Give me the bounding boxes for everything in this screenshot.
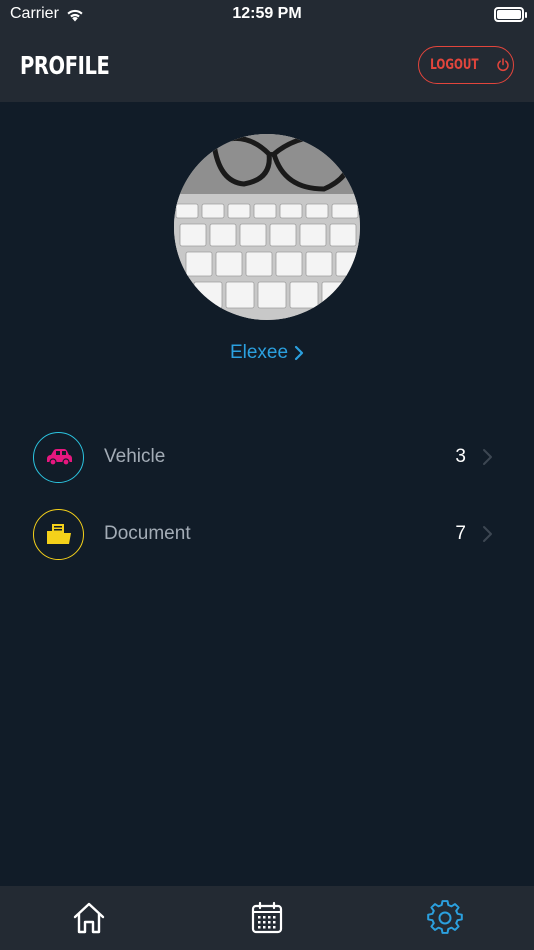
- list-item-document[interactable]: Document 7: [0, 499, 534, 569]
- tab-settings[interactable]: [415, 893, 475, 943]
- car-icon: [46, 449, 72, 466]
- carrier-label: Carrier: [10, 5, 59, 22]
- list-item-vehicle[interactable]: Vehicle 3: [0, 422, 534, 492]
- home-icon: [73, 902, 105, 934]
- vehicle-icon-badge: [33, 431, 84, 483]
- logout-button[interactable]: LOGOUT: [418, 46, 514, 84]
- header: PROFILE LOGOUT: [0, 28, 534, 102]
- power-icon: [497, 58, 510, 72]
- vehicle-count: 3: [455, 446, 466, 467]
- document-count: 7: [455, 523, 466, 544]
- chevron-right-icon: [483, 526, 492, 542]
- document-icon-badge: [33, 508, 84, 560]
- wifi-icon: [67, 9, 83, 21]
- avatar[interactable]: [174, 134, 360, 320]
- tab-calendar[interactable]: [237, 893, 297, 943]
- vehicle-label: Vehicle: [104, 446, 166, 467]
- username-link[interactable]: Elexee: [0, 342, 534, 364]
- chevron-right-icon: [294, 345, 304, 361]
- tab-bar: [0, 886, 534, 950]
- status-left: Carrier: [10, 5, 85, 23]
- chevron-right-icon: [483, 449, 492, 465]
- document-label: Document: [104, 523, 191, 544]
- username: Elexee: [229, 342, 289, 363]
- avatar-photo: [174, 134, 360, 320]
- calendar-icon: [251, 901, 283, 934]
- page-title: PROFILE: [20, 50, 110, 80]
- tab-home[interactable]: [59, 893, 119, 943]
- battery-icon: [494, 6, 527, 22]
- logout-label: LOGOUT: [429, 57, 479, 73]
- folder-icon: [46, 524, 71, 544]
- status-bar: Carrier 12:59 PM: [0, 0, 534, 28]
- settings-gear-icon: [427, 900, 463, 934]
